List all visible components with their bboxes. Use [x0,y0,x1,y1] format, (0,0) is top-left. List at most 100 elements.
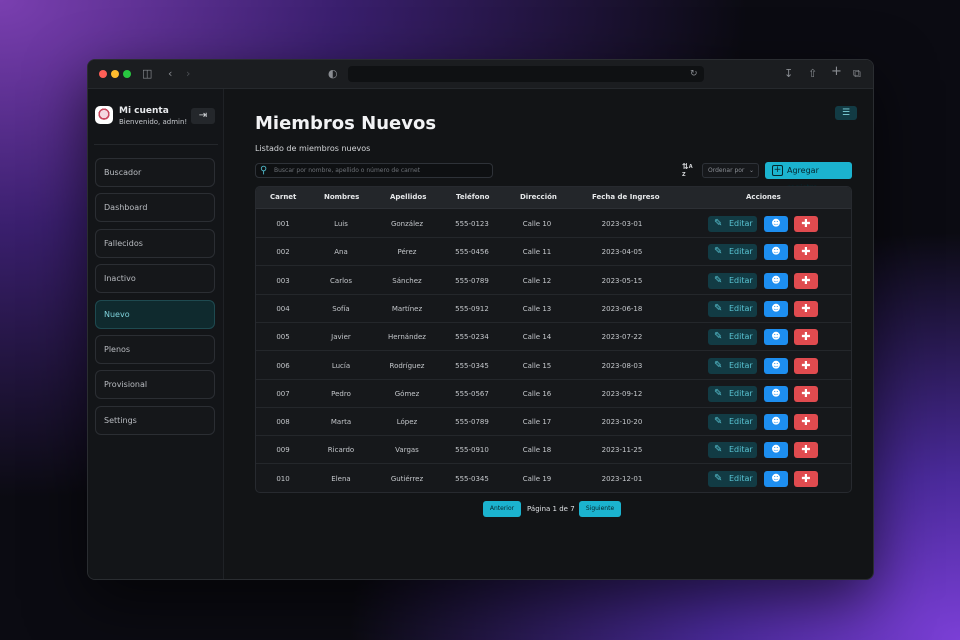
cell-carnet: 007 [276,389,290,398]
close-window-button[interactable] [99,70,107,78]
forward-icon[interactable]: › [186,67,190,81]
edit-icon: ✎ [714,387,723,399]
user-minus-button[interactable]: ☻ [764,272,788,289]
account-name: Mi cuenta [119,106,169,116]
cell-carnet: 002 [276,248,290,257]
search-input[interactable] [274,165,488,176]
edit-button[interactable]: ✎ Editar [708,300,757,317]
cell-fecha: 2023-04-05 [601,248,643,257]
edit-button[interactable]: ✎ Editar [708,442,757,459]
user-minus-button[interactable]: ☻ [764,414,788,431]
cell-direccion: Calle 13 [522,304,552,313]
table-row: 005 Javier Hernández 555-0234 Calle 14 2023-0… [256,323,851,352]
edit-icon: ✎ [714,302,723,314]
cell-direccion: Calle 14 [522,333,552,342]
delete-button[interactable]: ✚ [794,216,818,232]
next-page-button[interactable]: Siguiente [579,501,621,517]
delete-button[interactable]: ✚ [794,244,818,261]
user-minus-button[interactable]: ☻ [764,357,788,374]
edit-button[interactable]: ✎ Editar [708,272,757,289]
delete-button[interactable]: ✚ [794,272,818,289]
cross-icon: ✚ [801,330,811,344]
cell-direccion: Calle 12 [522,276,552,285]
address-bar[interactable]: ↻ [348,66,704,82]
user-minus-button[interactable]: ☻ [764,216,788,232]
edit-button[interactable]: ✎ Editar [708,216,757,232]
user-minus-button[interactable]: ☻ [764,385,788,402]
delete-button[interactable]: ✚ [794,414,818,431]
table-row: 007 Pedro Gómez 555-0567 Calle 16 2023-09-12 ✎… [256,380,851,408]
edit-label: Editar [729,332,753,342]
order-select-value: Ordenar por [708,167,745,174]
share-icon[interactable]: ⇧ [808,67,817,81]
sidebar-item-dashboard[interactable]: Dashboard [95,193,215,222]
table-row: 003 Carlos Sánchez 555-0789 Calle 12 2023-05-… [256,267,851,295]
logout-button[interactable]: ⇥ [191,108,215,124]
edit-button[interactable]: ✎ Editar [708,385,757,402]
menu-button[interactable]: ☰ [835,106,857,120]
edit-button[interactable]: ✎ Editar [708,470,757,487]
search-icon: ⚲ [260,165,268,176]
order-select[interactable]: Ordenar por ⌄ [702,163,759,178]
delete-button[interactable]: ✚ [794,300,818,317]
user-minus-button[interactable]: ☻ [764,244,788,261]
sidebar-toggle-icon[interactable]: ◫ [142,67,152,81]
delete-button[interactable]: ✚ [794,470,818,487]
user-minus-button[interactable]: ☻ [764,470,788,487]
sidebar-item-plenos[interactable]: Plenos [95,335,215,364]
reload-icon[interactable]: ↻ [690,67,698,81]
add-record-button[interactable]: + Agregar registro [765,162,852,192]
sidebar-item-nuevo[interactable]: Nuevo [95,300,215,329]
edit-button[interactable]: ✎ Editar [708,414,757,431]
cell-direccion: Calle 17 [522,418,552,427]
delete-button[interactable]: ✚ [794,357,818,374]
minimize-window-button[interactable] [111,70,119,78]
members-table: Carnet Nombres Apellidos Teléfono Direcc… [255,186,852,493]
edit-button[interactable]: ✎ Editar [708,357,757,374]
delete-button[interactable]: ✚ [794,442,818,459]
user-minus-icon: ☻ [771,360,781,371]
download-icon[interactable]: ↧ [784,67,793,81]
sidebar-item-inactivo[interactable]: Inactivo [95,264,215,293]
cell-telefono: 555-0456 [455,248,489,257]
delete-button[interactable]: ✚ [794,385,818,402]
table-row: 001 Luis González 555-0123 Calle 10 2023-03-0… [256,210,851,238]
back-icon[interactable]: ‹ [168,67,172,81]
cell-direccion: Calle 11 [522,248,552,257]
tabs-icon[interactable]: ⧉ [853,67,861,81]
cross-icon: ✚ [801,471,811,485]
column-header-acciones: Acciones [746,193,781,201]
cell-fecha: 2023-10-20 [601,418,643,427]
sidebar-item-settings[interactable]: Settings [95,406,215,435]
maximize-window-button[interactable] [123,70,131,78]
chevron-down-icon: ⌄ [748,167,754,174]
cell-direccion: Calle 16 [522,389,552,398]
user-minus-button[interactable]: ☻ [764,329,788,346]
table-row: 004 Sofía Martínez 555-0912 Calle 13 2023-06-… [256,295,851,323]
prev-page-button[interactable]: Anterior [483,501,521,517]
account-welcome: Bienvenido, admin! [119,118,188,126]
sort-alpha-icon[interactable]: ⇅A Z [682,163,693,179]
new-tab-icon[interactable]: + [831,65,842,79]
cell-fecha: 2023-07-22 [601,333,643,342]
cell-direccion: Calle 19 [522,474,552,483]
column-header-telefono: Teléfono [456,193,490,201]
cell-nombres: Lucía [331,361,351,370]
cell-nombres: Elena [331,474,351,483]
user-minus-button[interactable]: ☻ [764,442,788,459]
user-minus-icon: ☻ [771,219,781,229]
main-content: ☰ Miembros Nuevos Listado de miembros nu… [225,89,873,579]
edit-label: Editar [729,445,753,455]
user-minus-button[interactable]: ☻ [764,300,788,317]
cell-nombres: Ricardo [327,446,355,455]
sidebar-item-provisional[interactable]: Provisional [95,370,215,399]
sidebar-item-fallecidos[interactable]: Fallecidos [95,229,215,258]
cell-nombres: Ana [334,248,348,257]
sidebar-item-buscador[interactable]: Buscador [95,158,215,187]
edit-button[interactable]: ✎ Editar [708,329,757,346]
cell-apellidos: Pérez [397,248,417,257]
cross-icon: ✚ [801,301,811,315]
cell-fecha: 2023-06-18 [601,304,643,313]
edit-button[interactable]: ✎ Editar [708,244,757,261]
delete-button[interactable]: ✚ [794,329,818,346]
